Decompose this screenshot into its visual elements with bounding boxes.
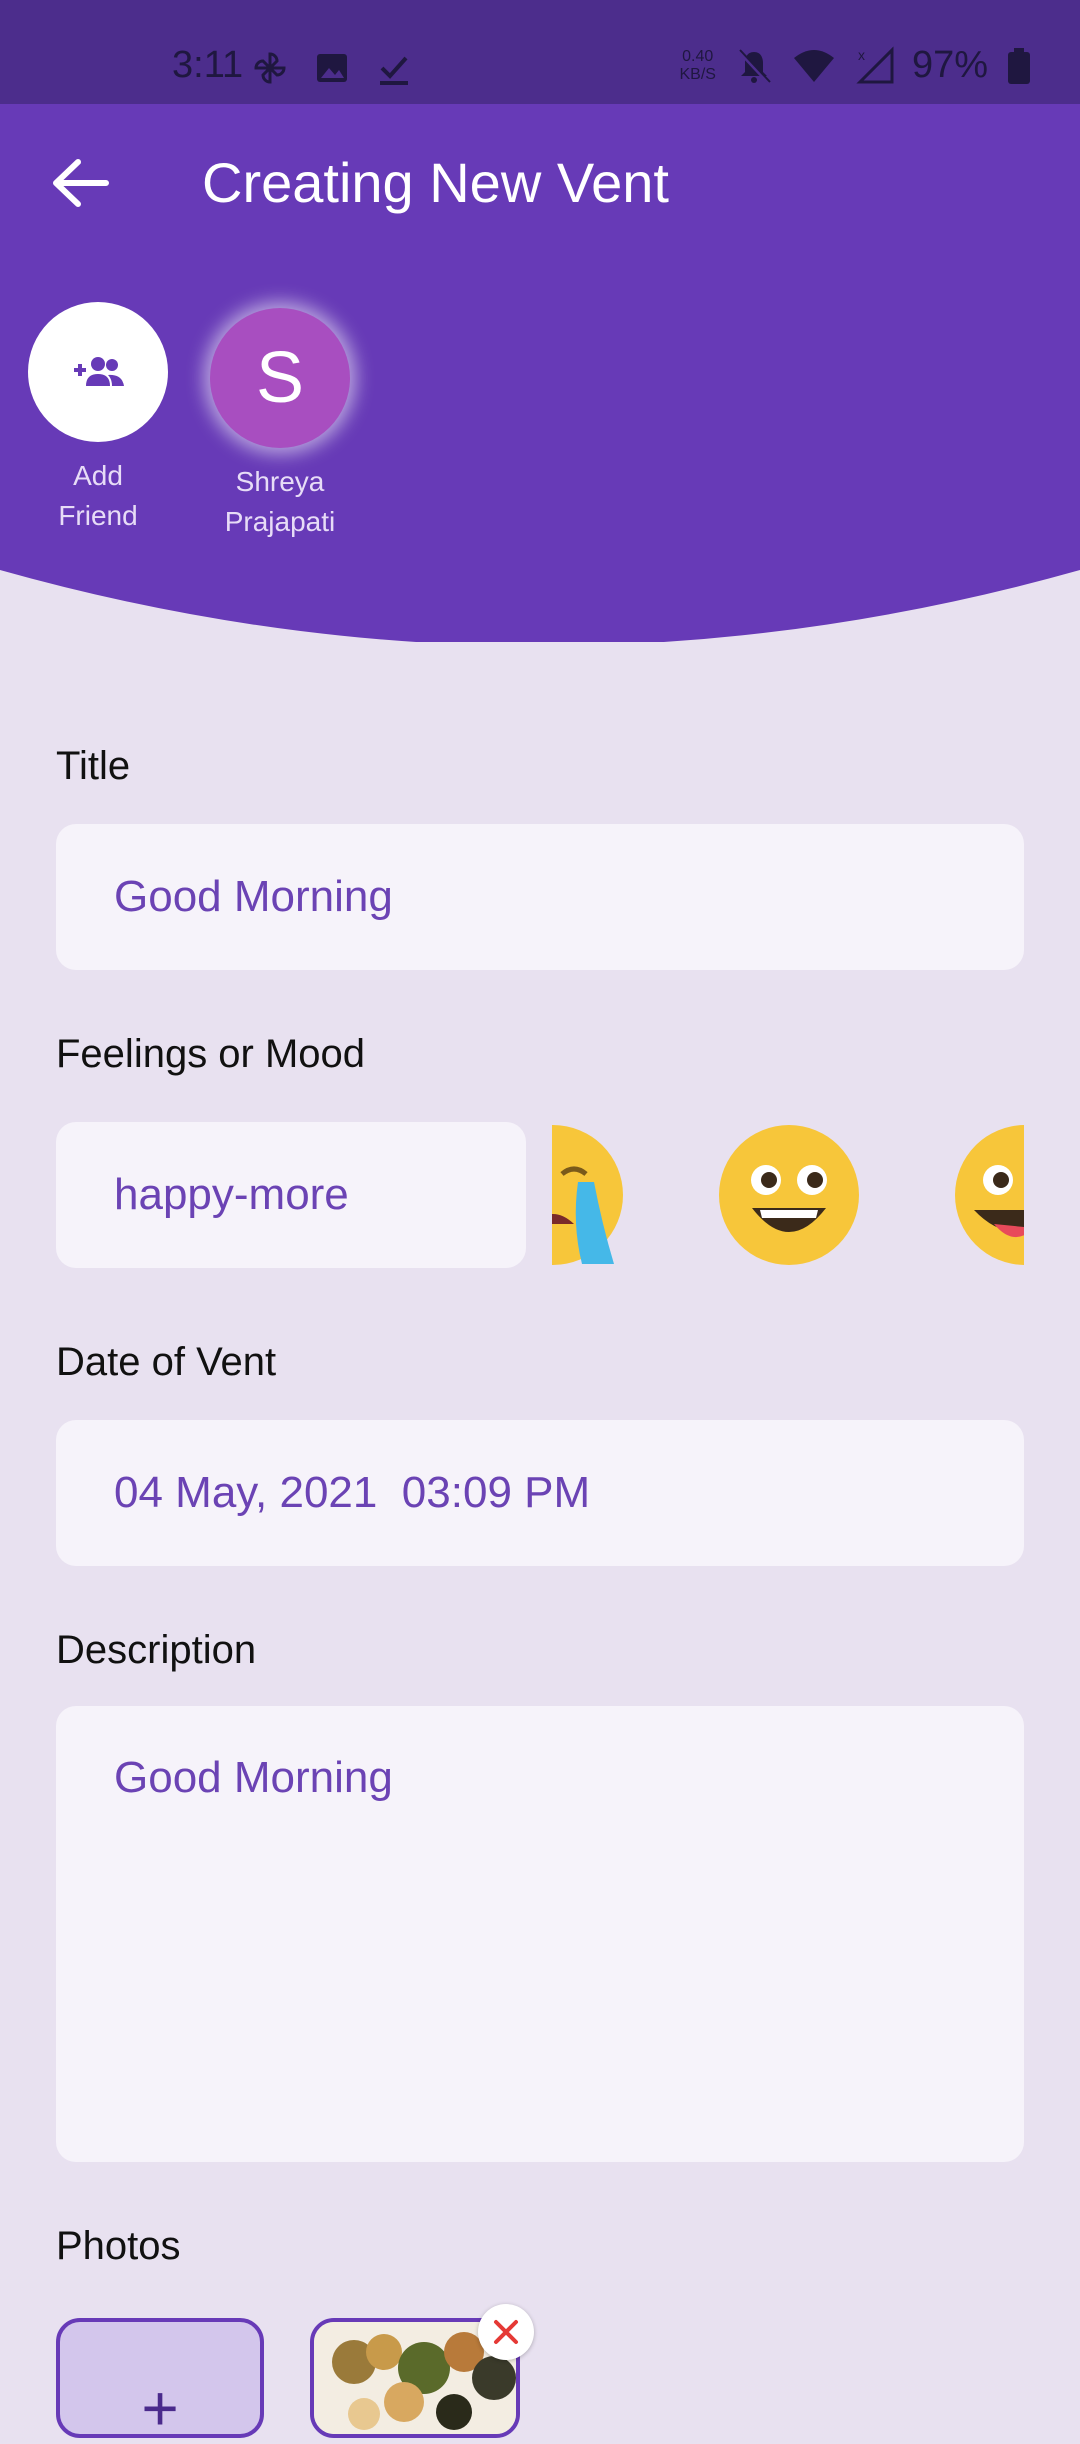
friend-label-line1: Shreya: [235, 466, 325, 497]
add-friend-button[interactable]: Add Friend: [28, 302, 168, 536]
wifi-icon: [793, 49, 834, 82]
image-icon: [317, 54, 347, 82]
net-speed: 0.40 KB/S: [679, 48, 715, 84]
description-input-value: Good Morning: [114, 1753, 393, 1802]
photos-label: Photos: [56, 2224, 181, 2268]
friend-shreya[interactable]: S Shreya Prajapati: [204, 308, 356, 542]
tongue-face-icon[interactable]: [954, 1124, 1024, 1266]
friend-label: Shreya Prajapati: [204, 462, 356, 542]
plus-icon: +: [141, 2372, 179, 2444]
check-icon: [380, 56, 408, 85]
bell-off-icon: [738, 48, 771, 83]
crying-face-icon[interactable]: [552, 1124, 624, 1266]
date-input-value: 04 May, 2021 03:09 PM: [114, 1468, 591, 1517]
grinning-face-icon[interactable]: [718, 1124, 860, 1266]
pinwheel-icon: [254, 52, 286, 84]
title-label: Title: [56, 744, 131, 788]
net-speed-value: 0.40: [682, 47, 714, 65]
battery-percent: 97%: [911, 44, 988, 86]
date-input[interactable]: 04 May, 2021 03:09 PM: [56, 1420, 1024, 1566]
mood-input[interactable]: happy-more: [56, 1122, 526, 1268]
mood-input-value: happy-more: [114, 1170, 349, 1219]
add-photo-button[interactable]: +: [56, 2318, 264, 2444]
svg-text:x: x: [858, 47, 865, 63]
friend-label-line2: Prajapati: [224, 506, 336, 537]
description-input[interactable]: Good Morning: [56, 1706, 1024, 2162]
add-people-icon: [74, 357, 124, 386]
title-input[interactable]: Good Morning: [56, 824, 1024, 970]
back-arrow-icon[interactable]: [50, 158, 110, 208]
system-icons: 0.40 KB/S x 97%: [679, 44, 1032, 87]
add-friend-label: Add Friend: [28, 456, 168, 536]
net-speed-unit: KB/S: [679, 65, 716, 83]
notification-icons: [250, 48, 414, 88]
page-title: Creating New Vent: [202, 151, 669, 214]
date-label: Date of Vent: [56, 1340, 277, 1384]
battery-icon: [1008, 47, 1030, 84]
status-bar: 3:11 0.40 KB/S x 97%: [0, 0, 1080, 104]
close-icon: [494, 2320, 518, 2344]
title-input-value: Good Morning: [114, 872, 393, 921]
mood-emoji-carousel[interactable]: [552, 1122, 1024, 1268]
description-label: Description: [56, 1628, 257, 1672]
avatar[interactable]: S: [210, 308, 350, 448]
add-friend-circle[interactable]: [28, 302, 168, 442]
signal-icon: x: [856, 45, 894, 83]
status-time: 3:11: [172, 44, 244, 86]
mood-label: Feelings or Mood: [56, 1032, 366, 1076]
add-friend-label-line2: Friend: [58, 500, 138, 531]
add-friend-label-line1: Add: [73, 460, 123, 491]
remove-photo-button[interactable]: [478, 2304, 534, 2360]
app-bar: Creating New Vent: [0, 104, 1080, 264]
